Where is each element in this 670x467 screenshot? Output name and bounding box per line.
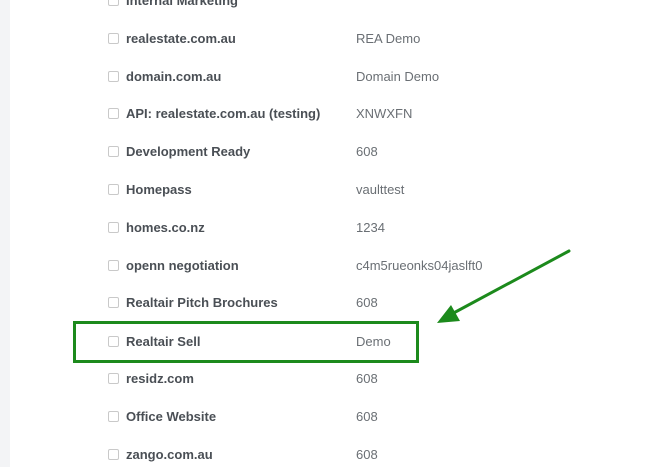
integration-value: 608 (356, 409, 378, 424)
integration-value: Domain Demo (356, 69, 440, 84)
integration-value: c4m5rueonks04jaslft0 (356, 258, 483, 273)
checkbox[interactable] (108, 373, 119, 384)
checkbox[interactable] (108, 0, 119, 6)
list-item: Development Ready 608 (0, 143, 670, 163)
integration-name: API: realestate.com.au (testing) (126, 106, 321, 121)
list-item: Homepass vaulttest (0, 181, 670, 201)
list-item: Realtair Sell Demo (0, 333, 670, 353)
integration-value: 608 (356, 295, 378, 310)
integration-name: realestate.com.au (126, 31, 236, 46)
integration-value: 608 (356, 371, 378, 386)
checkbox[interactable] (108, 297, 119, 308)
integration-name: Office Website (126, 409, 217, 424)
list-item: Realtair Pitch Brochures 608 (0, 294, 670, 314)
checkbox[interactable] (108, 71, 119, 82)
checkbox[interactable] (108, 222, 119, 233)
integration-value: 608 (356, 144, 378, 159)
list-item: openn negotiation c4m5rueonks04jaslft0 (0, 257, 670, 277)
integration-value: 608 (356, 447, 378, 462)
checkbox[interactable] (108, 411, 119, 422)
integration-name: openn negotiation (126, 258, 239, 273)
integration-name: Realtair Sell (126, 334, 201, 349)
integration-value: Demo (356, 334, 391, 349)
list-item: homes.co.nz 1234 (0, 219, 670, 239)
checkbox[interactable] (108, 260, 119, 271)
list-item: Office Website 608 (0, 408, 670, 428)
integration-value: 1234 (356, 220, 385, 235)
integration-value: vaulttest (356, 182, 405, 197)
integration-name: residz.com (126, 371, 194, 386)
checkbox[interactable] (108, 184, 119, 195)
checkbox[interactable] (108, 146, 119, 157)
checkbox[interactable] (108, 336, 119, 347)
list-item: zango.com.au 608 (0, 446, 670, 466)
list-item: domain.com.au Domain Demo (0, 68, 670, 88)
list-item: realestate.com.au REA Demo (0, 30, 670, 50)
checkbox[interactable] (108, 108, 119, 119)
integration-name: Internal Marketing (126, 0, 238, 8)
integration-name: Homepass (126, 182, 192, 197)
integration-name: Development Ready (126, 144, 251, 159)
checkbox[interactable] (108, 33, 119, 44)
integration-name: homes.co.nz (126, 220, 205, 235)
integration-name: Realtair Pitch Brochures (126, 295, 278, 310)
integration-name: zango.com.au (126, 447, 213, 462)
checkbox[interactable] (108, 449, 119, 460)
integration-value: XNWXFN (356, 106, 413, 121)
integration-value: REA Demo (356, 31, 421, 46)
list-item: residz.com 608 (0, 370, 670, 390)
list-item: Internal Marketing (0, 0, 670, 12)
integration-name: domain.com.au (126, 69, 222, 84)
list-item: API: realestate.com.au (testing) XNWXFN (0, 105, 670, 125)
